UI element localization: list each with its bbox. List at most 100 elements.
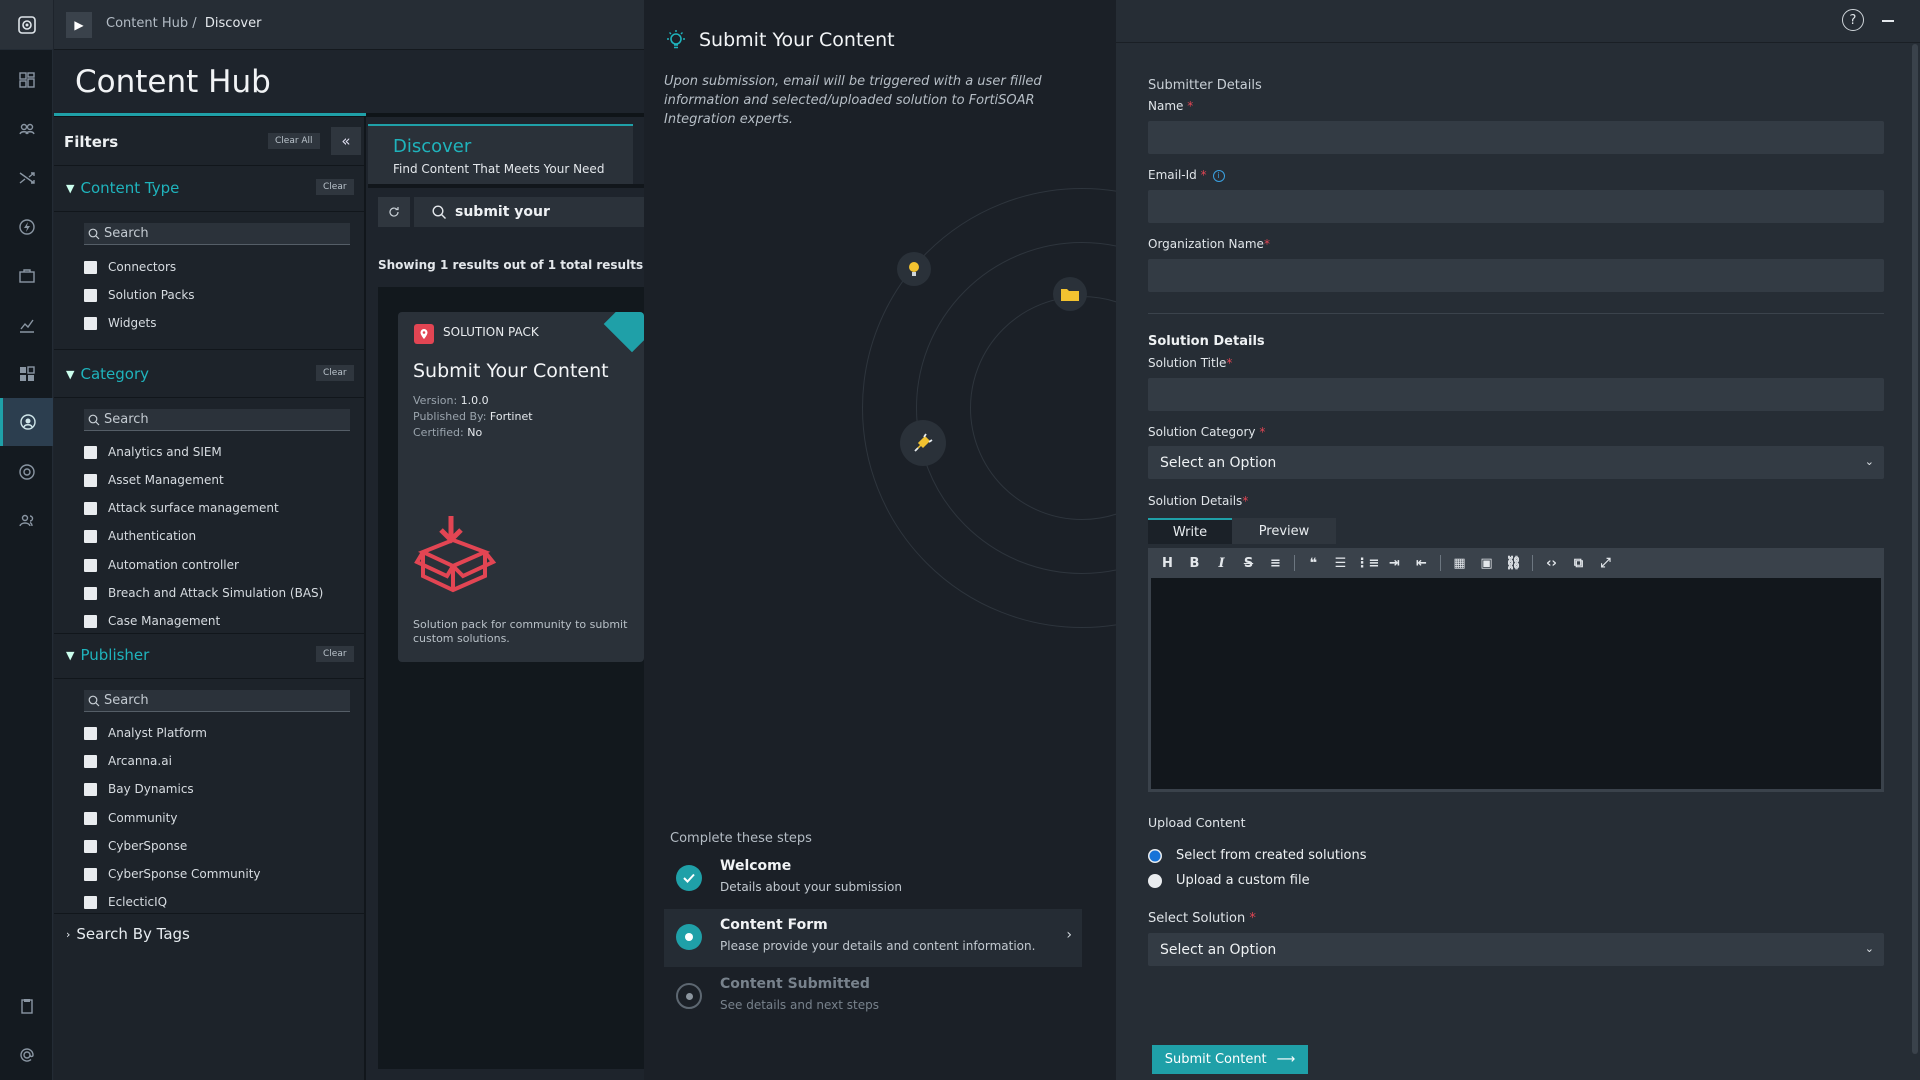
submit-content-button[interactable]: Submit Content ⟶: [1152, 1045, 1308, 1074]
filters-panel: Filters Clear All « ▼ Content Type Clear …: [54, 117, 366, 1080]
content-type-clear-button[interactable]: Clear: [316, 179, 354, 195]
chart-icon[interactable]: [0, 305, 53, 345]
search-icon: [88, 228, 100, 239]
select-solution-select[interactable]: Select an Option ⌄: [1148, 933, 1884, 966]
bullet-list-icon[interactable]: ☰: [1329, 552, 1352, 574]
italic-icon[interactable]: I: [1210, 552, 1233, 574]
step-welcome[interactable]: Welcome Details about your submission: [664, 850, 1082, 908]
publisher-clear-button[interactable]: Clear: [316, 646, 354, 662]
content-type-search-input[interactable]: Search: [84, 223, 350, 245]
clear-all-button[interactable]: Clear All: [268, 133, 320, 149]
briefcase-icon[interactable]: [0, 256, 53, 296]
search-by-tags-label: Search By Tags: [76, 925, 190, 943]
solution-title-label: Solution Title*: [1148, 356, 1232, 370]
refresh-button[interactable]: [378, 197, 410, 227]
filter-checkbox[interactable]: Automation controller: [84, 558, 239, 572]
image-icon[interactable]: ▣: [1475, 552, 1498, 574]
filter-checkbox[interactable]: Case Management: [84, 614, 220, 628]
filter-checkbox[interactable]: CyberSponse: [84, 839, 187, 853]
app-logo-icon[interactable]: [0, 0, 53, 50]
filter-checkbox[interactable]: Widgets: [84, 316, 157, 330]
step-content-submitted[interactable]: Content Submitted See details and next s…: [664, 968, 1082, 1026]
wizard-panel: Submit Your Content Upon submission, ema…: [644, 0, 1116, 1080]
content-hub-icon[interactable]: [0, 398, 53, 446]
minimize-icon[interactable]: [1882, 20, 1894, 22]
filter-checkbox[interactable]: Arcanna.ai: [84, 754, 172, 768]
clipboard-icon[interactable]: [0, 986, 53, 1026]
globe-settings-icon[interactable]: [0, 452, 53, 492]
apps-grid-icon[interactable]: [0, 354, 53, 394]
name-input[interactable]: [1148, 121, 1884, 154]
filter-checkbox[interactable]: Analytics and SIEM: [84, 445, 222, 459]
editor-tabs: Write Preview: [1148, 518, 1336, 544]
filter-checkbox[interactable]: Breach and Attack Simulation (BAS): [84, 586, 323, 600]
organization-input[interactable]: [1148, 259, 1884, 292]
step-title: Content Form: [720, 917, 828, 933]
outdent-icon[interactable]: ⇤: [1410, 552, 1433, 574]
code-icon[interactable]: ‹›: [1540, 552, 1563, 574]
checkbox-label: Automation controller: [108, 558, 239, 572]
checkbox-label: Breach and Attack Simulation (BAS): [108, 586, 324, 600]
radio-created-solutions[interactable]: Select from created solutions: [1148, 848, 1367, 863]
solution-card[interactable]: SOLUTION PACK Submit Your Content Versio…: [398, 312, 644, 662]
table-icon[interactable]: ▦: [1448, 552, 1471, 574]
info-icon[interactable]: i: [1212, 169, 1225, 182]
filter-checkbox[interactable]: Bay Dynamics: [84, 782, 194, 796]
indent-icon[interactable]: ⇥: [1383, 552, 1406, 574]
upload-content-label: Upload Content: [1148, 815, 1246, 830]
filter-checkbox[interactable]: Solution Packs: [84, 288, 195, 302]
numbered-list-icon[interactable]: ⋮≡: [1356, 552, 1380, 574]
link-icon[interactable]: ⛓: [1502, 552, 1525, 574]
heading-icon[interactable]: H: [1156, 552, 1179, 574]
floating-plug-icon: [900, 420, 946, 466]
publisher-toggle[interactable]: ▼ Publisher: [66, 646, 149, 664]
radio-label: Select from created solutions: [1176, 848, 1367, 863]
help-icon[interactable]: ?: [1842, 9, 1864, 31]
required-mark: *: [1242, 494, 1249, 508]
tab-preview[interactable]: Preview: [1232, 518, 1336, 544]
filter-checkbox[interactable]: Connectors: [84, 260, 176, 274]
strikethrough-icon[interactable]: S: [1237, 552, 1260, 574]
discover-subtitle: Find Content That Meets Your Need: [393, 162, 605, 176]
dashboard-icon[interactable]: [0, 60, 53, 100]
filter-checkbox[interactable]: EclecticIQ: [84, 895, 167, 909]
tab-write[interactable]: Write: [1148, 518, 1232, 544]
name-label-text: Name: [1148, 99, 1184, 113]
step-content-form[interactable]: Content Form Please provide your details…: [664, 909, 1082, 967]
solution-category-select[interactable]: Select an Option ⌄: [1148, 446, 1884, 479]
solution-details-editor[interactable]: [1148, 578, 1884, 792]
horizontal-rule-icon[interactable]: ≡: [1264, 552, 1287, 574]
users-group-icon[interactable]: [0, 109, 53, 149]
content-type-toggle[interactable]: ▼ Content Type: [66, 179, 179, 197]
filter-checkbox[interactable]: CyberSponse Community: [84, 867, 261, 881]
search-by-tags-toggle[interactable]: › Search By Tags: [66, 925, 190, 943]
filter-checkbox[interactable]: Community: [84, 811, 177, 825]
filter-checkbox[interactable]: Attack surface management: [84, 501, 279, 515]
category-search-input[interactable]: Search: [84, 409, 350, 431]
filter-checkbox[interactable]: Asset Management: [84, 473, 224, 487]
form-scrollbar[interactable]: [1912, 44, 1918, 1054]
team-icon[interactable]: [0, 501, 53, 541]
fullscreen-icon[interactable]: ⤢: [1594, 552, 1617, 574]
collapse-filters-button[interactable]: «: [331, 127, 361, 155]
quote-icon[interactable]: ❝: [1302, 552, 1325, 574]
code-block-icon[interactable]: ⧉: [1567, 552, 1590, 574]
filter-checkbox[interactable]: Analyst Platform: [84, 726, 207, 740]
shuffle-icon[interactable]: [0, 158, 53, 198]
expand-play-button[interactable]: ▶: [66, 12, 92, 38]
filter-checkbox[interactable]: Authentication: [84, 529, 196, 543]
solution-title-input[interactable]: [1148, 378, 1884, 411]
publisher-search-input[interactable]: Search: [84, 690, 350, 712]
bold-icon[interactable]: B: [1183, 552, 1206, 574]
discover-search-input[interactable]: submit your: [414, 197, 644, 227]
lightning-icon[interactable]: [0, 207, 53, 247]
breadcrumb-root[interactable]: Content Hub: [106, 16, 188, 31]
step-description: Details about your submission: [720, 880, 902, 894]
at-sign-icon[interactable]: [0, 1035, 53, 1075]
tab-discover[interactable]: Discover Find Content That Meets Your Ne…: [368, 124, 633, 184]
radio-custom-file[interactable]: Upload a custom file: [1148, 873, 1310, 888]
category-toggle[interactable]: ▼ Category: [66, 365, 149, 383]
email-input[interactable]: [1148, 190, 1884, 223]
select-value: Select an Option: [1160, 454, 1277, 471]
category-clear-button[interactable]: Clear: [316, 365, 354, 381]
